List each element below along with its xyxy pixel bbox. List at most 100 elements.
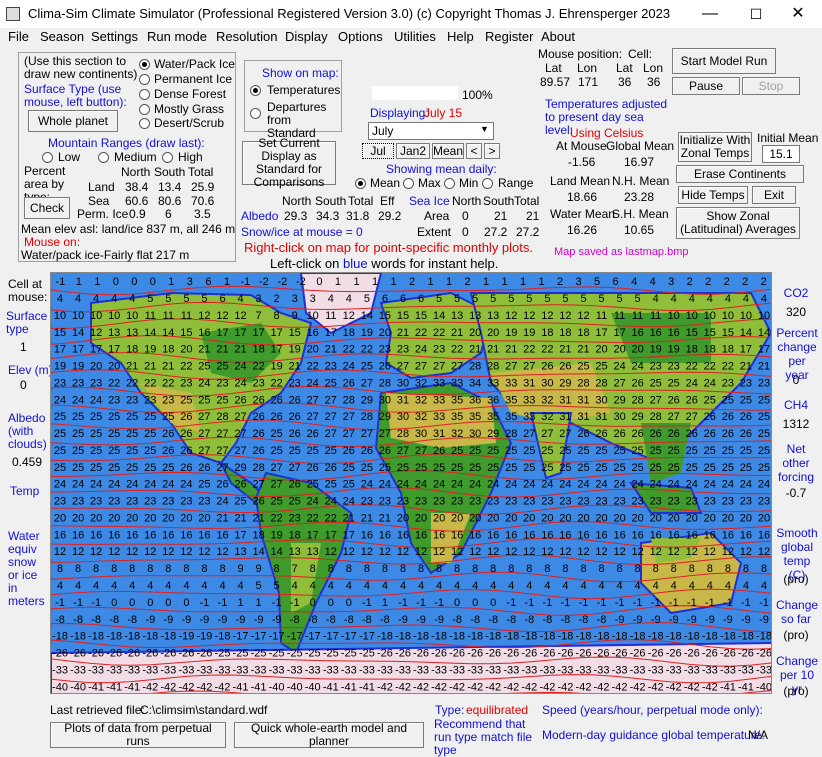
check-button[interactable]: Check — [24, 197, 70, 219]
grid-cell-value: 22 — [252, 361, 264, 373]
radio-departures[interactable] — [250, 108, 261, 119]
radio-dense-forest[interactable] — [139, 89, 150, 100]
grid-cell-value: -17 — [359, 631, 375, 643]
close-button[interactable]: ✕ — [778, 2, 818, 26]
grid-cell-value: -18 — [684, 631, 700, 643]
menu-utilities[interactable]: Utilities — [394, 29, 436, 44]
radio-range[interactable] — [482, 178, 493, 189]
albedo-label[interactable]: Albedo — [241, 209, 278, 223]
grid-cell-value: -41 — [359, 681, 375, 693]
change-so-far-label[interactable]: Change so far — [776, 598, 818, 626]
water-equiv-label[interactable]: Water equiv snow or ice in meters — [8, 530, 50, 608]
grid-cell-value: 20 — [631, 344, 643, 356]
grid-cell-value: 5 — [436, 293, 442, 305]
grid-cell-value: 25 — [650, 445, 662, 457]
menu-display[interactable]: Display — [285, 29, 328, 44]
radio-mountain-low[interactable] — [42, 152, 53, 163]
grid-cell-value: -42 — [666, 681, 682, 693]
grid-cell-value: -18 — [720, 631, 736, 643]
grid-cell-value: -1 — [416, 597, 426, 609]
quick-whole-earth-button[interactable]: Quick whole-earth model and planner — [234, 722, 424, 748]
albedo-side-label[interactable]: Albedo (with clouds) — [8, 412, 48, 451]
initial-mean-input[interactable]: 15.1 — [762, 145, 800, 163]
next-month-button[interactable]: > — [484, 143, 500, 159]
ch4-label[interactable]: CH4 — [776, 398, 816, 412]
menu-settings[interactable]: Settings — [91, 29, 138, 44]
co2-label[interactable]: CO2 — [776, 286, 816, 300]
grid-cell-value: 21 — [216, 344, 228, 356]
mean-daily-title[interactable]: Showing mean daily: — [386, 162, 497, 176]
maximize-button[interactable]: ☐ — [736, 2, 776, 26]
recommend-note[interactable]: Recommend that run type match file type — [434, 718, 536, 757]
grid-cell-value: 21 — [325, 344, 337, 356]
water-mean-label: Water Mean — [550, 207, 615, 221]
climate-map[interactable]: -1 1 1 0 0 0 1 3 6 1 -1 -2 -2 -2 0 1 1 1 1 2 1 1 2 1 1 1 1 2 3 5 6 4 4 3 2… — [50, 272, 772, 694]
prev-month-button[interactable]: < — [466, 143, 482, 159]
speed-label[interactable]: Speed (years/hour, perpetual mode only): — [542, 703, 763, 717]
menu-options[interactable]: Options — [338, 29, 383, 44]
grid-cell-value: 23 — [54, 496, 66, 508]
net-forcing-label[interactable]: Net other forcing — [776, 442, 816, 484]
grid-cell-value: 27 — [198, 445, 210, 457]
surface-type-label[interactable]: Surface Type (use mouse, left button): — [24, 83, 138, 109]
surface-type-side-label[interactable]: Surface type — [6, 310, 48, 336]
grid-cell-value: -8 — [344, 614, 354, 626]
elev-label[interactable]: Elev (m) — [8, 363, 53, 377]
grid-cell-value: -26 — [684, 648, 700, 660]
radio-mean[interactable] — [355, 178, 366, 189]
grid-cell-value: 3 — [668, 276, 674, 288]
grid-cell-value: 25 — [433, 462, 445, 474]
start-model-run-button[interactable]: Start Model Run — [672, 48, 776, 74]
snow-ice-at-mouse[interactable]: Snow/ice at mouse = 0 — [241, 225, 363, 239]
stop-button[interactable]: Stop — [742, 77, 800, 95]
speed-slider[interactable] — [372, 86, 458, 100]
show-zonal-button[interactable]: Show Zonal (Latitudinal) Averages — [676, 207, 800, 239]
radio-water[interactable] — [139, 59, 150, 70]
set-standard-button[interactable]: Set Current Display as Standard for Comp… — [242, 137, 336, 189]
mean-button[interactable]: Mean — [432, 143, 464, 159]
menu-file[interactable]: File — [8, 29, 29, 44]
erase-continents-button[interactable]: Erase Continents — [676, 165, 804, 183]
menu-run-mode[interactable]: Run mode — [147, 29, 207, 44]
show-on-map-title[interactable]: Show on map: — [262, 66, 339, 80]
grid-cell-value: 26 — [252, 411, 264, 423]
init-zonal-button[interactable]: Initialize With Zonal Temps — [678, 132, 752, 162]
grid-cell-value: 6 — [205, 276, 211, 288]
menu-about[interactable]: About — [541, 29, 575, 44]
radio-mostly-grass[interactable] — [139, 104, 150, 115]
radio-permanent-ice[interactable] — [139, 74, 150, 85]
jul-button[interactable]: Jul — [362, 143, 394, 159]
menu-register[interactable]: Register — [485, 29, 533, 44]
exit-button[interactable]: Exit — [752, 186, 796, 204]
grid-cell-value: -33 — [377, 664, 393, 676]
guidance-label[interactable]: Modern-day guidance global temperature: — [542, 728, 765, 742]
type-label[interactable]: Type: — [435, 703, 464, 717]
sea-ice-title[interactable]: Sea Ice — [409, 194, 450, 208]
temp-label[interactable]: Temp — [10, 484, 39, 498]
grid-cell-value: 12 — [90, 546, 102, 558]
radio-temperatures[interactable] — [250, 85, 261, 96]
pause-button[interactable]: Pause — [672, 77, 740, 95]
radio-max[interactable] — [403, 178, 414, 189]
radio-min[interactable] — [444, 178, 455, 189]
menu-resolution[interactable]: Resolution — [216, 29, 277, 44]
area-ice-south: 6 — [165, 207, 172, 221]
radio-desert-scrub[interactable] — [139, 118, 150, 129]
grid-cell-value: 12 — [541, 546, 553, 558]
plots-perpetual-button[interactable]: Plots of data from perpetual runs — [50, 722, 226, 748]
hide-temps-button[interactable]: Hide Temps — [678, 186, 748, 204]
grid-cell-value: -33 — [503, 664, 519, 676]
menu-help[interactable]: Help — [447, 29, 474, 44]
radio-mountain-medium[interactable] — [98, 152, 109, 163]
displaying-label[interactable]: Displaying: — [370, 106, 429, 120]
jan2-button[interactable]: Jan2 — [396, 143, 430, 159]
whole-planet-button[interactable]: Whole planet — [28, 110, 118, 132]
minimize-button[interactable]: — — [690, 2, 730, 26]
grid-cell-value: 4 — [292, 580, 298, 592]
grid-cell-value: 20 — [90, 361, 102, 373]
month-select[interactable]: July ▼ — [368, 122, 494, 140]
menu-season[interactable]: Season — [40, 29, 84, 44]
mountain-label[interactable]: Mountain Ranges (draw last): — [48, 136, 205, 150]
grid-cell-value: 27 — [198, 411, 210, 423]
radio-mountain-high[interactable] — [162, 152, 173, 163]
